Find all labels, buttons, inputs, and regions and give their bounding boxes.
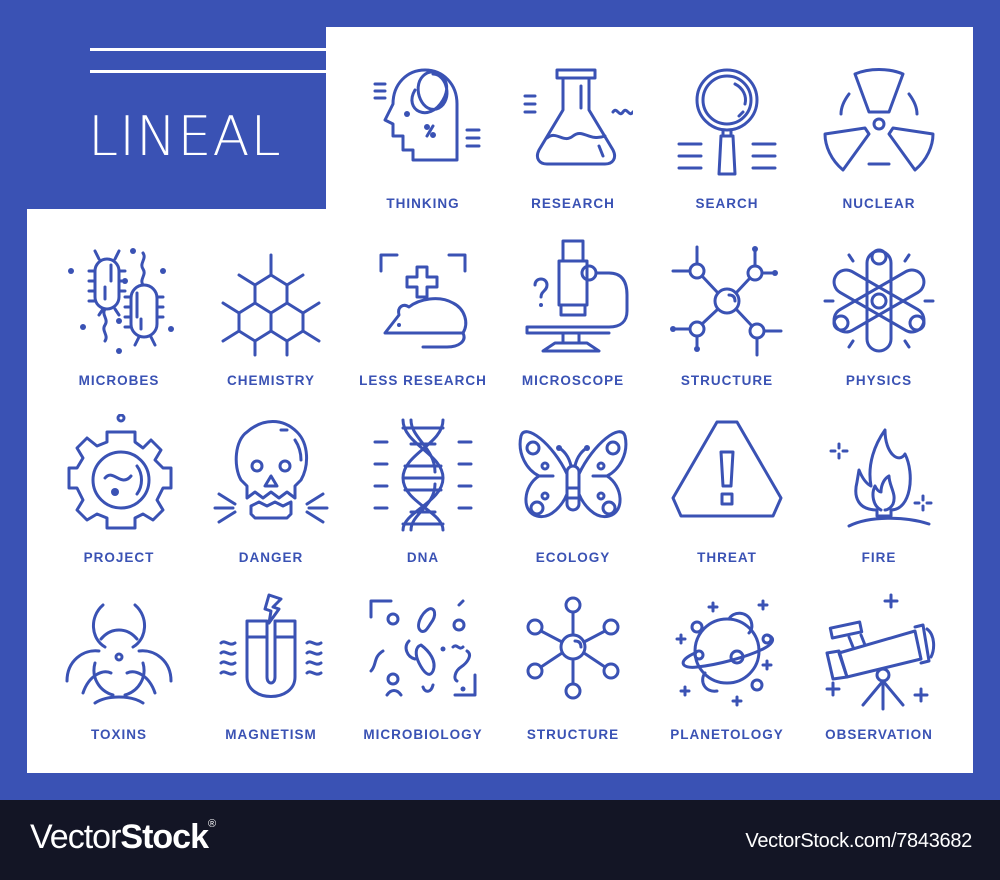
icon-tile-ecology[interactable]: ECOLOGY <box>498 414 648 584</box>
vectorstock-logo[interactable]: VectorStock® <box>30 818 216 857</box>
icon-tile-danger[interactable]: DANGER <box>196 414 346 584</box>
icon-label: MAGNETISM <box>225 727 317 742</box>
atom-icon <box>823 248 935 353</box>
icon-label: MICROSCOPE <box>521 373 625 388</box>
icon-label: MICROBIOLOGY <box>363 727 483 742</box>
icon-tile-microscope[interactable]: MICROSCOPE <box>498 237 648 407</box>
magnifier-icon <box>677 68 777 176</box>
radiation-icon <box>823 68 935 172</box>
icon-label: STRUCTURE <box>680 373 774 388</box>
icon-tile-search[interactable]: SEARCH <box>652 60 802 230</box>
warning-triangle-icon <box>671 420 783 518</box>
dna-helix-icon <box>373 418 473 532</box>
icon-tile-microbiology[interactable]: MICROBIOLOGY <box>348 591 498 761</box>
icon-tile-project[interactable]: PROJECT <box>44 414 194 584</box>
icon-label: TOXINS <box>90 727 147 742</box>
icon-tile-threat[interactable]: THREAT <box>652 414 802 584</box>
page-title: LINEAL <box>88 105 282 168</box>
icon-tile-nuclear[interactable]: NUCLEAR <box>804 60 954 230</box>
icon-label: FIRE <box>861 550 897 565</box>
telescope-icon <box>825 593 936 711</box>
icon-label: RESEARCH <box>531 196 615 211</box>
icon-tile-dna[interactable]: DNA <box>348 414 498 584</box>
planet-icon <box>675 599 774 707</box>
icon-label: THINKING <box>386 196 460 211</box>
butterfly-icon <box>518 430 628 519</box>
microorganisms-icon <box>369 599 477 697</box>
icon-label: PROJECT <box>83 550 155 565</box>
title-line <box>90 70 326 73</box>
icon-label: STRUCTURE <box>526 727 620 742</box>
icon-tile-physics[interactable]: PHYSICS <box>804 237 954 407</box>
icon-label: PLANETOLOGY <box>670 727 784 742</box>
logo-text-stock: Stock <box>120 818 209 856</box>
magnet-icon <box>219 593 323 698</box>
flask-icon <box>523 68 633 166</box>
title-line <box>90 48 326 51</box>
head-thinking-icon <box>373 68 481 162</box>
icon-label: SEARCH <box>695 196 759 211</box>
icon-label: DNA <box>406 550 440 565</box>
bacteria-icon <box>68 248 174 354</box>
registered-mark: ® <box>207 818 216 830</box>
icon-tile-chemistry[interactable]: CHEMISTRY <box>196 237 346 407</box>
icon-label: NUCLEAR <box>842 196 916 211</box>
icon-label: CHEMISTRY <box>226 373 315 388</box>
icon-label: THREAT <box>697 550 757 565</box>
icon-label: DANGER <box>238 550 304 565</box>
icon-tile-toxins[interactable]: TOXINS <box>44 591 194 761</box>
icon-label: PHYSICS <box>845 373 913 388</box>
gear-flask-icon <box>67 414 173 530</box>
icon-tile-microbes[interactable]: MICROBES <box>44 237 194 407</box>
biohazard-icon <box>65 603 173 705</box>
icon-tile-magnetism[interactable]: MAGNETISM <box>196 591 346 761</box>
molecule-network-icon <box>670 245 783 357</box>
icon-tile-structure-2[interactable]: STRUCTURE <box>498 591 648 761</box>
icon-tile-less-research[interactable]: LESS RESEARCH <box>348 237 498 407</box>
icon-label: OBSERVATION <box>825 727 933 742</box>
microscope-icon <box>525 239 629 353</box>
footer-bar: VectorStock® VectorStock.com/7843682 <box>0 800 1000 880</box>
molecule-star-icon <box>526 596 620 700</box>
fire-icon <box>829 428 933 528</box>
icon-label: MICROBES <box>78 373 160 388</box>
logo-text-vector: Vector <box>30 818 121 856</box>
icon-label: LESS RESEARCH <box>359 373 487 388</box>
icon-tile-observation[interactable]: OBSERVATION <box>804 591 954 761</box>
icon-tile-thinking[interactable]: THINKING <box>348 60 498 230</box>
skull-icon <box>213 420 329 524</box>
icon-tile-planetology[interactable]: PLANETOLOGY <box>652 591 802 761</box>
icon-tile-fire[interactable]: FIRE <box>804 414 954 584</box>
stock-id-link[interactable]: VectorStock.com/7843682 <box>745 830 972 853</box>
icon-tile-research[interactable]: RESEARCH <box>498 60 648 230</box>
icon-label: ECOLOGY <box>535 550 611 565</box>
icon-tile-structure[interactable]: STRUCTURE <box>652 237 802 407</box>
lab-mouse-icon <box>379 253 468 349</box>
hexagon-molecule-icon <box>221 253 321 357</box>
